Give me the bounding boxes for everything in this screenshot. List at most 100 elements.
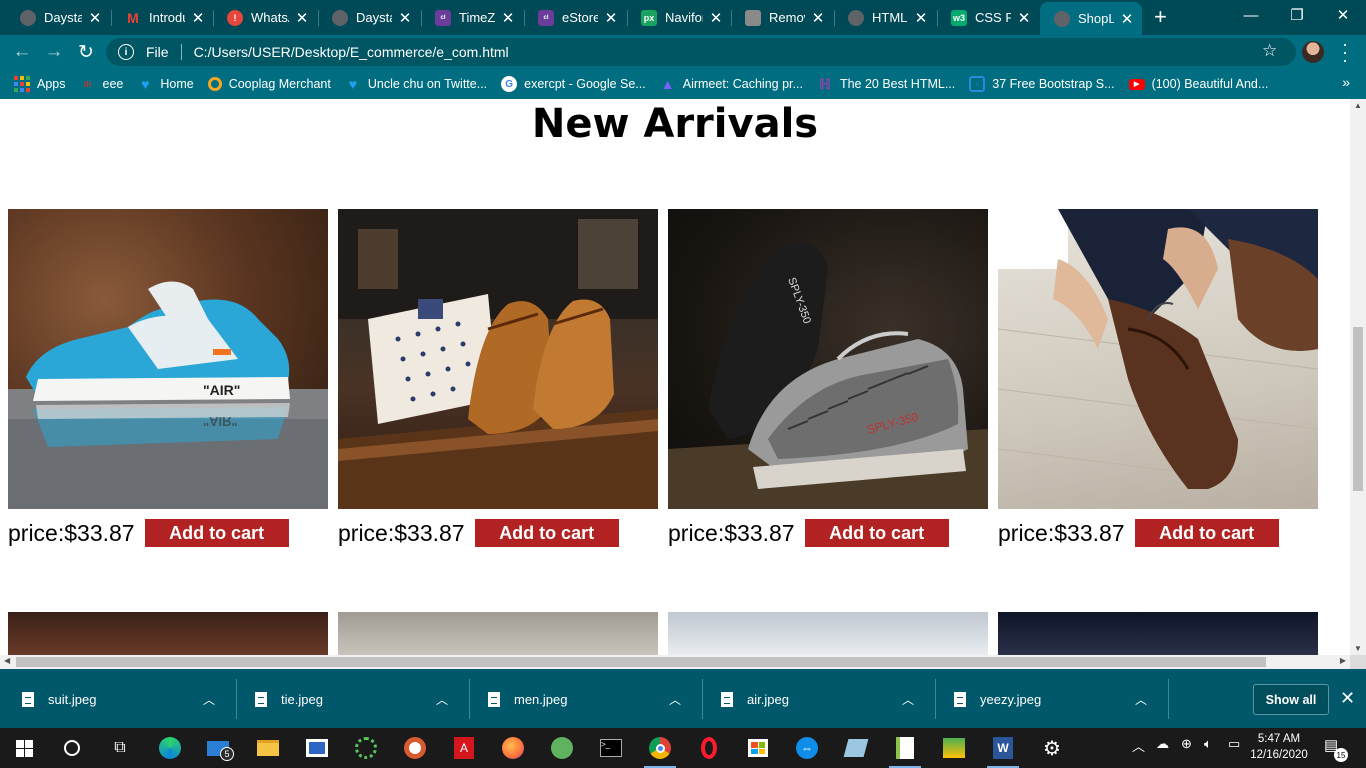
teamviewer-icon[interactable]: ⇔ [787,733,827,763]
product-image-yeezy-sneaker[interactable]: SPLY-350 SPLY-350 [668,209,988,509]
media-player-icon[interactable] [395,733,435,763]
horizontal-scroll-thumb[interactable] [16,657,1266,667]
chrome-icon[interactable] [640,733,680,768]
chevron-up-icon[interactable]: ︿ [902,691,914,708]
bookmark-star-icon[interactable]: ☆ [1262,41,1277,61]
acrobat-icon[interactable]: A [444,733,484,763]
product-image-man-tying-shoe[interactable] [998,209,1318,509]
product-image-air-sneaker[interactable]: "AIR" "AIR" [8,209,328,509]
address-bar[interactable]: i File C:/Users/USER/Desktop/E_commerce/… [106,38,1296,66]
close-icon[interactable]: ✕ [88,9,102,27]
menu-kebab-icon[interactable]: · · · [1340,35,1350,69]
notepad-plus-icon[interactable] [885,733,925,768]
tab-daystar-2[interactable]: Daystar ✕ [318,2,420,33]
bookmark-html-best[interactable]: ℍ The 20 Best HTML... [817,76,955,92]
bookmark-cooplag[interactable]: Cooplag Merchant [207,77,331,91]
product-image-partial[interactable] [668,612,988,655]
info-icon[interactable]: i [118,44,134,60]
vertical-scroll-thumb[interactable] [1353,327,1363,491]
news-app-icon[interactable] [297,733,337,763]
close-icon[interactable]: ✕ [604,9,618,27]
new-tab-button[interactable]: + [1154,4,1167,30]
mail-icon[interactable]: 5 [198,733,238,763]
product-image-partial[interactable] [338,612,658,655]
back-button[interactable]: ← [10,40,34,64]
close-icon[interactable]: ✕ [398,9,412,27]
tab-whatsapp[interactable]: ! WhatsA ✕ [213,2,317,33]
bookmark-exercpt[interactable]: G exercpt - Google Se... [501,76,646,92]
edge-icon[interactable] [150,733,190,763]
bookmark-home[interactable]: ♥ Home [137,76,194,92]
add-to-cart-button[interactable]: Add to cart [1134,519,1279,547]
close-icon[interactable]: ✕ [295,9,309,27]
bookmark-eee[interactable]: ılı eee [80,76,124,92]
scroll-down-icon[interactable]: ▼ [1350,644,1366,653]
task-view-icon[interactable]: ⧉ [100,733,140,763]
add-to-cart-button[interactable]: Add to cart [144,519,289,547]
horizontal-scrollbar[interactable]: ◀ ▶ [0,655,1350,669]
battery-icon[interactable]: ▭ [1228,736,1240,752]
tab-daystar-1[interactable]: Daystar ✕ [6,2,110,33]
close-shelf-icon[interactable]: ✕ [1340,688,1355,709]
volume-icon[interactable]: 🔈︎ [1204,736,1212,752]
product-image-partial[interactable] [8,612,328,655]
tab-remove[interactable]: Remove ✕ [731,2,833,33]
close-icon[interactable]: ✕ [811,9,825,27]
add-to-cart-button[interactable]: Add to cart [804,519,949,547]
bookmark-bootstrap[interactable]: ▫ 37 Free Bootstrap S... [969,76,1115,92]
download-item[interactable]: air.jpeg ︿ [699,679,932,719]
close-icon[interactable]: ✕ [709,9,723,27]
close-icon[interactable]: ✕ [1120,10,1134,28]
tab-shoplist-active[interactable]: ShopLi ✕ [1040,2,1142,35]
loading-app-icon[interactable] [346,733,386,763]
onedrive-icon[interactable]: ☁ [1156,736,1169,752]
tab-estore[interactable]: cl eStore ✕ [524,2,626,33]
file-explorer-icon[interactable] [248,733,288,763]
minimize-button[interactable]: — [1228,0,1274,30]
word-icon[interactable]: W [983,733,1023,768]
virtualbox-icon[interactable] [836,733,876,763]
restore-button[interactable]: ❐ [1274,0,1320,30]
reload-button[interactable]: ↻ [74,40,98,64]
tab-css[interactable]: w3 CSS For ✕ [937,2,1039,33]
bookmark-youtube[interactable]: ▶ (100) Beautiful And... [1128,77,1268,91]
close-icon[interactable]: ✕ [501,9,515,27]
add-to-cart-button[interactable]: Add to cart [474,519,619,547]
product-image-brogues-shirts[interactable] [338,209,658,509]
search-icon[interactable] [52,733,92,763]
opera-icon[interactable] [689,733,729,763]
chevron-up-icon[interactable]: ︿ [669,691,681,708]
show-all-button[interactable]: Show all [1253,684,1329,715]
close-icon[interactable]: ✕ [1017,9,1031,27]
bluestacks-icon[interactable] [934,733,974,763]
scroll-left-icon[interactable]: ◀ [4,656,10,665]
system-clock[interactable]: 5:47 AM 12/16/2020 [1246,731,1312,763]
bookmark-apps[interactable]: Apps [14,76,66,92]
tab-html[interactable]: HTML C ✕ [834,2,936,33]
vertical-scrollbar[interactable]: ▲ ▼ [1350,99,1366,655]
bookmark-airmeet[interactable]: ▲ Airmeet: Caching pr... [660,76,803,92]
download-item[interactable]: tie.jpeg ︿ [233,679,466,719]
tab-navifor[interactable]: px Navifor ✕ [627,2,731,33]
close-icon[interactable]: ✕ [914,9,928,27]
close-icon[interactable]: ✕ [191,9,205,27]
scroll-right-icon[interactable]: ▶ [1340,656,1346,665]
download-item[interactable]: yeezy.jpeg ︿ [932,679,1165,719]
chevron-up-icon[interactable]: ︿ [1135,691,1147,708]
close-window-button[interactable]: ✕ [1320,0,1366,30]
bookmarks-overflow-icon[interactable]: » [1342,74,1350,90]
download-item[interactable]: suit.jpeg ︿ [0,679,233,719]
store-icon[interactable] [738,733,778,763]
profile-avatar[interactable] [1302,41,1324,63]
settings-gear-icon[interactable]: ⚙ [1032,733,1072,763]
bookmark-uncle-chu[interactable]: ♥ Uncle chu on Twitte... [345,76,487,92]
forward-button[interactable]: → [42,40,66,64]
chevron-up-icon[interactable]: ︿ [203,691,215,708]
start-button[interactable] [4,733,44,763]
tab-introdu[interactable]: M Introdu ✕ [111,2,213,33]
scroll-up-icon[interactable]: ▲ [1350,101,1366,110]
chevron-up-icon[interactable]: ︿ [436,691,448,708]
atom-icon[interactable] [542,733,582,763]
tray-chevron-up-icon[interactable]: ︿ [1132,736,1145,755]
terminal-icon[interactable]: >_ [591,733,631,763]
